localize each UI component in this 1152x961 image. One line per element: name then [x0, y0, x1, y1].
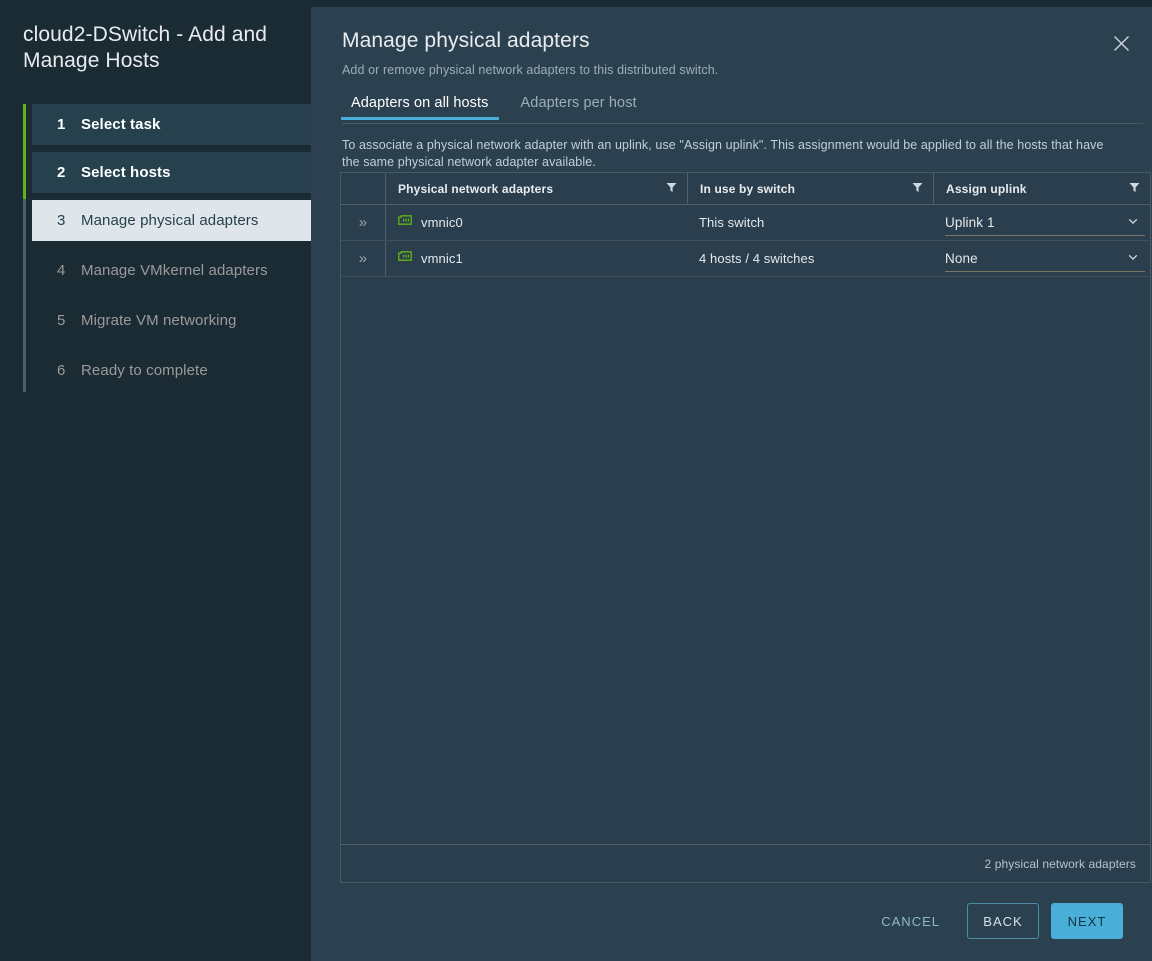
filter-icon[interactable]: [912, 182, 923, 196]
sidebar-step-select-hosts[interactable]: 2 Select hosts: [32, 152, 311, 193]
cancel-button[interactable]: CANCEL: [866, 903, 955, 939]
uplink-selected-value: None: [945, 250, 978, 266]
uplink-selected-value: Uplink 1: [945, 214, 995, 230]
cancel-button-label: CANCEL: [881, 913, 940, 929]
chevron-down-icon: [1127, 215, 1139, 230]
step-spacer: [23, 241, 311, 250]
table-row[interactable]: » vmnic0 This switch Uplink 1: [341, 205, 1150, 241]
cell-physical-network-adapter: vmnic1: [385, 241, 687, 276]
step-label: Ready to complete: [81, 362, 208, 379]
step-number: 5: [57, 312, 66, 329]
column-label: Assign uplink: [946, 181, 1027, 196]
wizard-sidebar: cloud2-DSwitch - Add and Manage Hosts 1 …: [0, 0, 311, 961]
wizard-title: cloud2-DSwitch - Add and Manage Hosts: [23, 23, 268, 72]
back-button[interactable]: BACK: [967, 903, 1039, 939]
cell-in-use-by-switch: 4 hosts / 4 switches: [699, 251, 815, 266]
table-header-in-use-by-switch[interactable]: In use by switch: [687, 173, 933, 204]
panel-header: Manage physical adapters Add or remove p…: [311, 7, 1152, 77]
wizard-dialog: cloud2-DSwitch - Add and Manage Hosts 1 …: [0, 0, 1152, 961]
network-adapter-icon: [398, 251, 412, 266]
step-number: 6: [57, 362, 66, 379]
page-subtitle: Add or remove physical network adapters …: [342, 63, 719, 77]
filter-icon[interactable]: [1129, 182, 1140, 196]
step-spacer: [23, 341, 311, 350]
step-rail-completed: [23, 104, 26, 199]
tab-label: Adapters per host: [520, 95, 637, 111]
row-expand-button[interactable]: »: [341, 205, 385, 240]
table-header-handle: [341, 173, 385, 204]
filter-icon[interactable]: [666, 182, 677, 196]
table-header-physical-network-adapters[interactable]: Physical network adapters: [385, 173, 687, 204]
sidebar-step-select-task[interactable]: 1 Select task: [32, 104, 311, 145]
sidebar-step-manage-physical-adapters[interactable]: 3 Manage physical adapters: [32, 200, 311, 241]
adapter-name: vmnic1: [421, 251, 463, 266]
chevron-down-icon: [1127, 251, 1139, 266]
row-expand-button[interactable]: »: [341, 241, 385, 276]
double-chevron-right-icon: »: [358, 250, 368, 267]
dialog-footer: CANCEL BACK NEXT: [311, 903, 1152, 939]
wizard-content-panel: Manage physical adapters Add or remove p…: [311, 7, 1152, 961]
tab-bar: Adapters on all hosts Adapters per host: [341, 95, 1143, 124]
cell-assign-uplink: None: [933, 241, 1150, 276]
sidebar-step-manage-vmkernel-adapters[interactable]: 4 Manage VMkernel adapters: [32, 250, 311, 291]
tab-adapters-on-all-hosts[interactable]: Adapters on all hosts: [341, 95, 499, 120]
next-button-label: NEXT: [1067, 913, 1107, 929]
cell-in-use-by-switch: This switch: [699, 215, 765, 230]
table-header-assign-uplink[interactable]: Assign uplink: [933, 173, 1150, 204]
tab-adapters-per-host[interactable]: Adapters per host: [511, 95, 647, 119]
step-label: Select hosts: [81, 164, 171, 181]
adapter-count-label: 2 physical network adapters: [984, 856, 1136, 871]
instructions-text: To associate a physical network adapter …: [342, 138, 1104, 169]
table-empty-area: [341, 277, 1150, 844]
adapters-table: Physical network adapters In use by swit…: [340, 172, 1151, 883]
column-label: In use by switch: [700, 181, 796, 196]
table-row[interactable]: » vmnic1 4 hosts / 4 switches None: [341, 241, 1150, 277]
step-label: Manage VMkernel adapters: [81, 262, 268, 279]
page-title: Manage physical adapters: [342, 29, 590, 52]
network-adapter-icon: [398, 215, 412, 230]
close-button[interactable]: [1106, 28, 1136, 58]
sidebar-step-migrate-vm-networking[interactable]: 5 Migrate VM networking: [32, 300, 311, 341]
adapter-name: vmnic0: [421, 215, 463, 230]
step-number: 2: [57, 164, 66, 181]
next-button[interactable]: NEXT: [1051, 903, 1123, 939]
back-button-label: BACK: [983, 913, 1023, 929]
double-chevron-right-icon: »: [358, 214, 368, 231]
uplink-select-vmnic1[interactable]: None: [945, 245, 1145, 272]
table-header-row: Physical network adapters In use by swit…: [341, 173, 1150, 205]
step-spacer: [23, 145, 311, 152]
tab-label: Adapters on all hosts: [351, 95, 489, 111]
close-icon: [1113, 35, 1130, 52]
step-number: 4: [57, 262, 66, 279]
cell-physical-network-adapter: vmnic0: [385, 205, 687, 240]
column-label: Physical network adapters: [398, 181, 554, 196]
table-footer: 2 physical network adapters: [341, 844, 1150, 882]
cell-assign-uplink: Uplink 1: [933, 205, 1150, 240]
step-number: 1: [57, 116, 66, 133]
step-spacer: [23, 193, 311, 200]
uplink-select-vmnic0[interactable]: Uplink 1: [945, 209, 1145, 236]
step-number: 3: [57, 212, 66, 229]
sidebar-step-ready-to-complete[interactable]: 6 Ready to complete: [32, 350, 311, 391]
wizard-step-list: 1 Select task 2 Select hosts 3 Manage ph…: [23, 104, 311, 392]
step-spacer: [23, 291, 311, 300]
step-label: Migrate VM networking: [81, 312, 237, 329]
step-label: Manage physical adapters: [81, 212, 259, 229]
